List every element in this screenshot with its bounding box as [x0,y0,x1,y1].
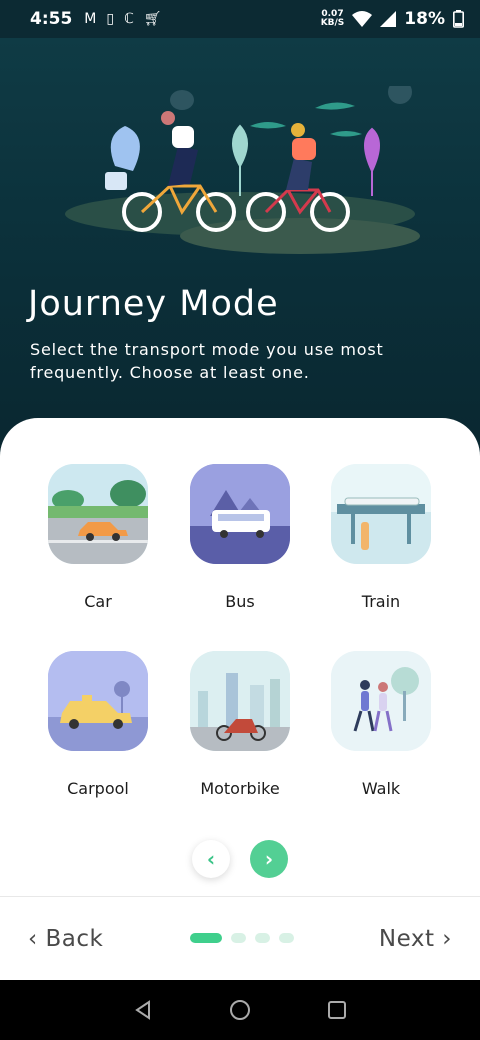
network-speed-unit: KB/S [320,18,345,28]
mode-option-bus[interactable]: Bus [190,464,290,611]
mode-label-train: Train [361,592,401,611]
network-speed: 0.07 KB/S [321,10,345,28]
hero-section: Journey Mode Select the transport mode y… [0,38,480,458]
page-dot [255,933,270,943]
page-dot [231,933,246,943]
cart-icon: 🛒︎ [143,11,162,27]
mode-option-motorbike[interactable]: Motorbike [190,651,290,798]
page-description: Select the transport mode you use most f… [30,340,384,382]
walk-image [331,651,431,751]
home-circle-icon[interactable] [229,999,251,1021]
carousel-next-button[interactable]: › [250,840,288,878]
chevron-right-icon: › [264,847,274,871]
back-triangle-icon[interactable] [133,1000,153,1020]
recents-square-icon[interactable] [327,1000,347,1020]
battery-icon [453,10,464,28]
signal-icon [380,11,397,27]
chevron-left-icon: ‹ [206,847,216,871]
wifi-icon [352,11,373,27]
car-image [48,464,148,564]
back-label: Back [45,925,104,952]
mode-label-bus: Bus [225,592,255,611]
carpool-image [48,651,148,751]
page-indicator [190,933,294,943]
chevron-right-icon: › [434,925,452,952]
carousel-prev-button[interactable]: ‹ [192,840,230,878]
page-title: Journey Mode [28,284,279,324]
mode-label-carpool: Carpool [67,779,129,798]
motorbike-image [190,651,290,751]
sim-icon: ▯ [106,11,115,27]
mode-option-train[interactable]: Train [331,464,431,611]
page-dot-active [190,933,222,943]
system-navigation-bar [0,980,480,1040]
mode-option-walk[interactable]: Walk [331,651,431,798]
mode-option-carpool[interactable]: Carpool [48,651,148,798]
mode-label-car: Car [84,592,112,611]
chevron-left-icon: ‹ [28,925,46,952]
mode-option-car[interactable]: Car [48,464,148,611]
next-label: Next [378,925,435,952]
bottom-nav: ‹ Back Next › [0,896,480,980]
gmail-icon: M [84,11,97,27]
bus-image [190,464,290,564]
mode-label-motorbike: Motorbike [200,779,280,798]
mode-label-walk: Walk [361,779,401,798]
app-icon: ℂ [124,11,134,27]
status-bar: 4:55 M ▯ ℂ 🛒︎ 0.07 KB/S 18% [0,0,480,38]
back-button[interactable]: ‹ Back [28,926,103,952]
status-time: 4:55 [30,9,73,29]
page-dot [279,933,294,943]
next-button[interactable]: Next › [379,926,452,952]
battery-percent: 18% [404,9,445,29]
cyclists-illustration [65,86,420,254]
train-image [331,464,431,564]
